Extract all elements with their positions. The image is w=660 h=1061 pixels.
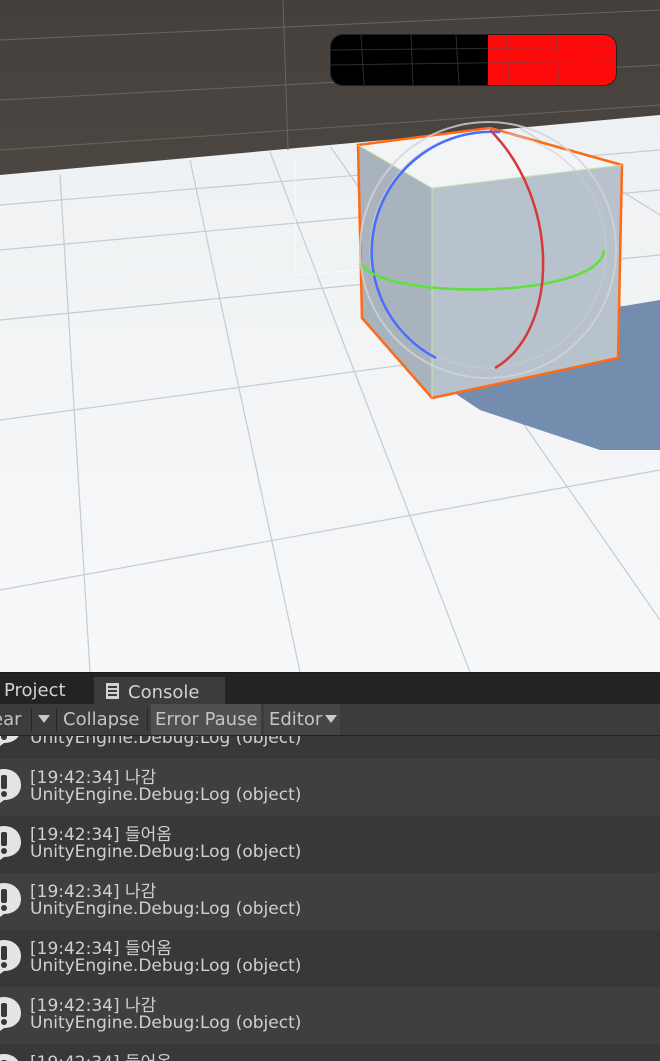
health-bar-grid xyxy=(331,35,616,85)
console-log-entry[interactable]: UnityEngine.Debug:Log (object) xyxy=(0,736,660,759)
scene-view[interactable] xyxy=(0,0,660,672)
health-bar xyxy=(331,35,616,85)
console-log-entry[interactable]: [19:42:34] 들어옴 xyxy=(0,1044,660,1061)
console-log-entry[interactable]: [19:42:34] 나감 UnityEngine.Debug:Log (obje… xyxy=(0,987,660,1044)
tab-project[interactable]: Project xyxy=(0,677,90,705)
info-speech-bubble-icon xyxy=(0,824,22,864)
console-log-entry[interactable]: [19:42:34] 나감 UnityEngine.Debug:Log (obje… xyxy=(0,759,660,816)
editor-target-dropdown[interactable]: Editor xyxy=(264,704,340,735)
console-toolbar: ear Collapse Error Pause Editor xyxy=(0,704,660,736)
log-stack-trace: UnityEngine.Debug:Log (object) xyxy=(30,956,302,976)
tab-console-label: Console xyxy=(128,682,200,703)
info-speech-bubble-icon xyxy=(0,1052,22,1061)
info-speech-bubble-icon xyxy=(0,881,22,921)
clear-options-dropdown[interactable] xyxy=(33,704,55,735)
console-log-entry[interactable]: [19:42:34] 들어옴 UnityEngine.Debug:Log (obj… xyxy=(0,816,660,873)
console-icon xyxy=(104,681,122,699)
editor-target-label: Editor xyxy=(269,709,323,730)
log-stack-trace: UnityEngine.Debug:Log (object) xyxy=(30,785,302,805)
console-panel: Project Console ear Collapse Error Pause… xyxy=(0,672,660,1061)
console-log-entry[interactable]: [19:42:34] 나감 UnityEngine.Debug:Log (obje… xyxy=(0,873,660,930)
info-speech-bubble-icon xyxy=(0,736,22,750)
info-speech-bubble-icon xyxy=(0,938,22,978)
info-speech-bubble-icon xyxy=(0,767,22,807)
tab-console[interactable]: Console xyxy=(94,677,225,705)
tab-project-label: Project xyxy=(4,680,66,701)
chevron-down-icon xyxy=(38,715,50,723)
log-stack-trace: UnityEngine.Debug:Log (object) xyxy=(30,899,302,919)
console-log-list[interactable]: UnityEngine.Debug:Log (object) [19:42:34]… xyxy=(0,736,660,1061)
collapse-toggle[interactable]: Collapse xyxy=(63,704,140,735)
clear-button[interactable]: ear xyxy=(0,704,30,735)
toolbar-divider xyxy=(31,708,32,731)
toolbar-divider xyxy=(56,708,57,731)
log-stack-trace: UnityEngine.Debug:Log (object) xyxy=(30,1013,302,1033)
log-message: [19:42:34] 들어옴 xyxy=(30,1048,172,1061)
chevron-down-icon xyxy=(325,715,338,723)
toolbar-divider xyxy=(147,708,148,731)
console-log-entry[interactable]: [19:42:34] 들어옴 UnityEngine.Debug:Log (obj… xyxy=(0,930,660,987)
log-stack-trace: UnityEngine.Debug:Log (object) xyxy=(30,842,302,862)
panel-tabs: Project Console xyxy=(0,672,660,705)
log-stack-trace: UnityEngine.Debug:Log (object) xyxy=(30,736,302,748)
error-pause-toggle[interactable]: Error Pause xyxy=(151,704,261,735)
info-speech-bubble-icon xyxy=(0,995,22,1035)
scene-canvas[interactable] xyxy=(0,0,660,672)
